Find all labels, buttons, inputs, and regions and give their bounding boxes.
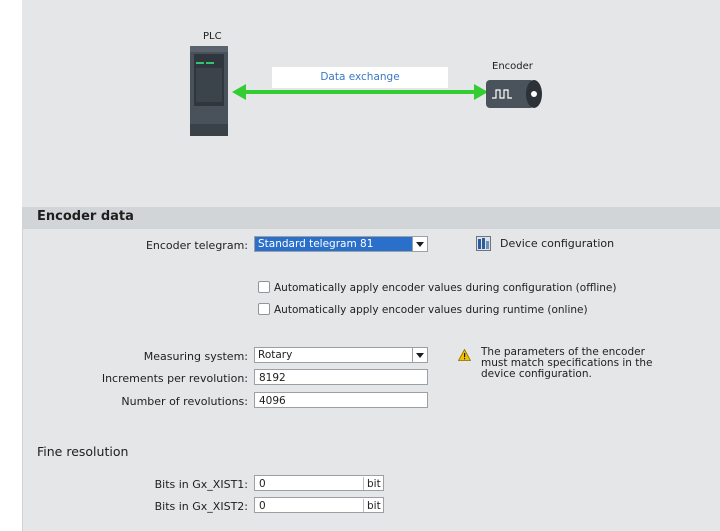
auto-apply-offline-checkbox[interactable] (258, 281, 270, 293)
fine-resolution-title: Fine resolution (37, 444, 129, 459)
auto-apply-offline-label: Automatically apply encoder values durin… (274, 282, 617, 294)
bits-xist1-unit: bit (363, 477, 383, 490)
bits-xist2-unit: bit (363, 499, 383, 512)
encoder-telegram-select[interactable]: Standard telegram 81 (254, 236, 428, 252)
encoder-data-title: Encoder data (37, 209, 134, 224)
measuring-system-label: Measuring system: (143, 350, 248, 363)
auto-apply-online-checkbox[interactable] (258, 303, 270, 315)
bits-xist1-value: 0 (259, 478, 266, 490)
chevron-down-icon[interactable] (412, 348, 427, 362)
connection-diagram (22, 0, 720, 208)
bits-xist2-value: 0 (259, 500, 266, 512)
bits-xist2-field[interactable]: 0 bit (254, 497, 384, 513)
plc-label: PLC (203, 31, 222, 42)
bits-xist2-label: Bits in Gx_XIST2: (154, 500, 248, 513)
encoder-telegram-label: Encoder telegram: (145, 239, 248, 252)
plc-device-icon (190, 46, 228, 136)
chevron-down-icon[interactable] (412, 237, 427, 251)
bits-xist1-field[interactable]: 0 bit (254, 475, 384, 491)
encoder-label: Encoder (492, 61, 533, 72)
device-configuration-link[interactable]: Device configuration (500, 237, 614, 250)
encoder-telegram-value: Standard telegram 81 (255, 237, 412, 251)
number-of-revolutions-label: Number of revolutions: (121, 395, 248, 408)
device-configuration-icon[interactable] (476, 236, 491, 251)
number-of-revolutions-field[interactable]: 4096 (254, 392, 428, 408)
parameter-match-note: The parameters of the encoder must match… (481, 346, 653, 380)
data-exchange-label: Data exchange (272, 67, 448, 88)
measuring-system-select[interactable]: Rotary (254, 347, 428, 363)
measuring-system-value: Rotary (258, 349, 293, 361)
increments-per-revolution-field[interactable]: 8192 (254, 369, 428, 385)
bits-xist1-label: Bits in Gx_XIST1: (154, 478, 248, 491)
increments-per-revolution-label: Increments per revolution: (101, 372, 248, 385)
encoder-device-icon (486, 80, 542, 108)
warning-icon (458, 349, 471, 361)
auto-apply-online-label: Automatically apply encoder values durin… (274, 304, 588, 316)
